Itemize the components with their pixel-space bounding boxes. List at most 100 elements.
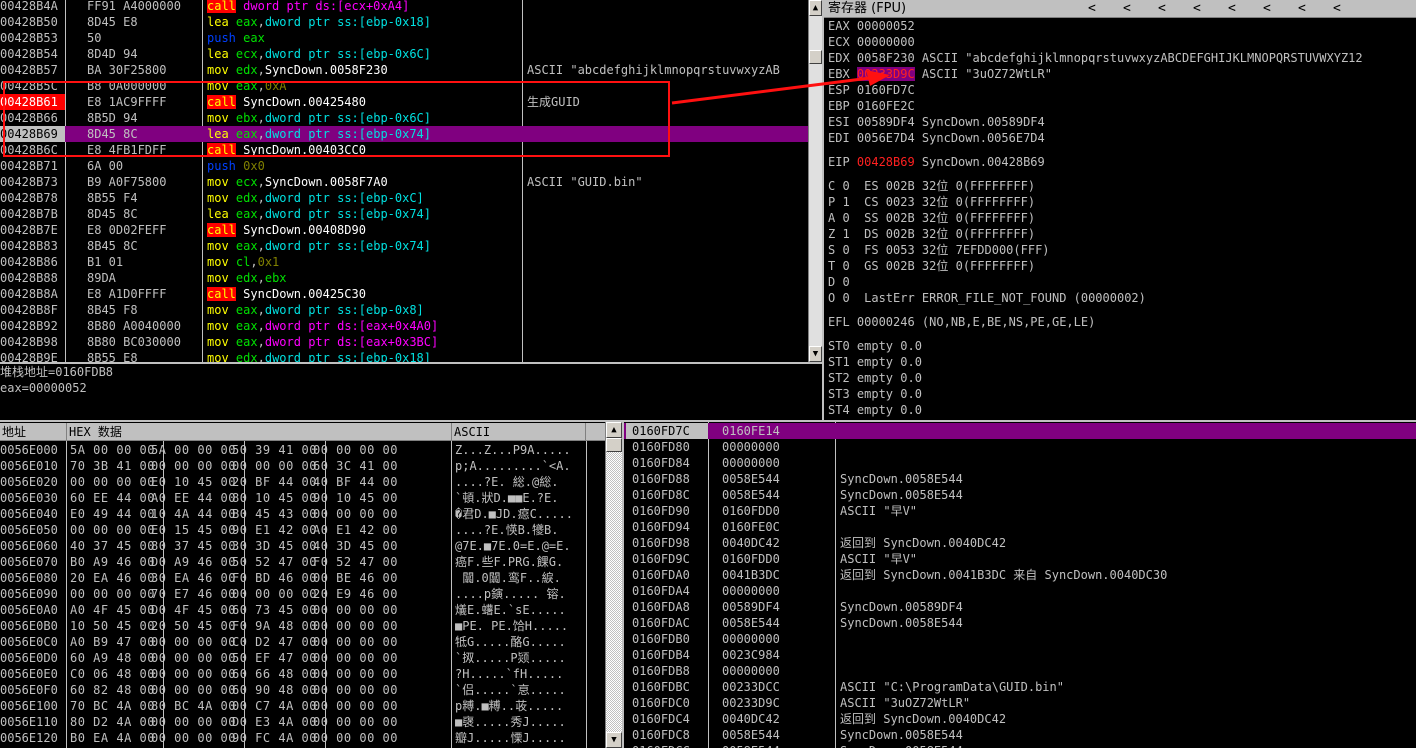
dump-hex-group: 00 00 00 00 [151,683,236,697]
hex-dump-pane[interactable]: 地址 HEX 数据 ASCII 0056E000 5A 00 00 00 5A 00… [0,422,605,748]
stack-value: 00000000 [722,632,780,646]
dump-row[interactable]: 0056E040 E0 49 44 00 10 4A 44 00 B0 45 43 0… [0,506,605,522]
dump-hex-group: 80 D2 4A 00 [70,715,155,729]
dump-row[interactable]: 0056E0A0 A0 4F 45 00 D0 4F 45 00 60 73 45 0… [0,602,605,618]
dump-hex-group: 00 00 00 00 [151,459,236,473]
dump-hex-group: 60 EE 44 00 [70,491,155,505]
dump-hex-group: 20 EA 46 00 [70,571,155,585]
stack-value: 00233DCC [722,680,780,694]
dump-hex-group: A0 EE 44 00 [151,491,236,505]
register-view-arrow-button[interactable]: < [1228,0,1236,18]
stack-row[interactable]: 0160FDAC 0058E544 SyncDown.0058E544 [624,615,1416,631]
scroll-up-icon[interactable]: ▲ [606,422,622,438]
stack-row[interactable]: 0160FD7C 0160FE14 [624,423,1416,439]
register-view-arrow-button[interactable]: < [1298,0,1306,18]
column-header-hex[interactable]: HEX 数据 [67,423,452,440]
dump-hex-group: 70 E7 46 00 [151,587,236,601]
register-view-arrow-button[interactable]: < [1123,0,1131,18]
register-view-arrow-button[interactable]: < [1158,0,1166,18]
stack-comment: SyncDown.00589DF4 [840,600,963,614]
register-view-arrow-button[interactable]: < [1333,0,1341,18]
stack-comment: 返回到 SyncDown.0040DC42 [840,712,1007,726]
stack-comment: 返回到 SyncDown.0040DC42 [840,536,1007,550]
scroll-thumb[interactable] [606,438,622,452]
stack-value: 0023C984 [722,648,780,662]
dump-hex-group: 00 00 00 00 [151,715,236,729]
stack-address: 0160FDA4 [632,584,690,598]
stack-address: 0160FD9C [632,552,690,566]
stack-value: 0160FE14 [722,424,780,438]
dump-row[interactable]: 0056E000 5A 00 00 00 5A 00 00 00 50 39 41 0… [0,442,605,458]
dump-row[interactable]: 0056E050 00 00 00 00 E0 15 45 00 90 E1 42 0… [0,522,605,538]
dump-hex-group: 00 00 00 00 [313,667,398,681]
stack-row[interactable]: 0160FDB8 00000000 [624,663,1416,679]
dump-row[interactable]: 0056E020 00 00 00 00 E0 10 45 00 20 BF 44 0… [0,474,605,490]
stack-comment: SyncDown.0058E544 [840,616,963,630]
dump-hex-group: F0 52 47 00 [313,555,398,569]
dump-hex-group: B0 A9 46 00 [70,555,155,569]
dump-row[interactable]: 0056E0B0 10 50 45 00 20 50 45 00 F0 9A 48 0… [0,618,605,634]
dump-row[interactable]: 0056E110 80 D2 4A 00 00 00 00 00 D0 E3 4A 0… [0,714,605,730]
stack-address: 0160FDCC [626,743,708,748]
dump-row[interactable]: 0056E0C0 A0 B9 47 00 00 00 00 00 C0 D2 47 0… [0,634,605,650]
column-header-address[interactable]: 地址 [0,423,67,440]
dump-hex-group: 5A 00 00 00 [70,443,155,457]
dump-hex-group: D0 A9 46 00 [151,555,236,569]
dump-hex-group: 00 00 00 00 [70,523,155,537]
stack-row[interactable]: 0160FD90 0160FDD0 ASCII "早V" [624,503,1416,519]
stack-row[interactable]: 0160FDA8 00589DF4 SyncDown.00589DF4 [624,599,1416,615]
stack-row[interactable]: 0160FD9C 0160FDD0 ASCII "早V" [624,551,1416,567]
dump-address: 0056E090 [0,587,58,601]
dump-hex-group: 00 C7 4A 00 [232,699,317,713]
register-view-arrow-button[interactable]: < [1263,0,1271,18]
dump-row[interactable]: 0056E030 60 EE 44 00 A0 EE 44 00 80 10 45 0… [0,490,605,506]
dump-row[interactable]: 0056E0D0 60 A9 48 00 00 00 00 00 50 EF 47 0… [0,650,605,666]
dump-hex-group: E0 10 45 00 [151,475,236,489]
dump-row[interactable]: 0056E010 70 3B 41 00 00 00 00 00 00 00 00 0… [0,458,605,474]
dump-row[interactable]: 0056E100 70 BC 4A 00 80 BC 4A 00 00 C7 4A 0… [0,698,605,714]
stack-row[interactable]: 0160FD88 0058E544 SyncDown.0058E544 [624,471,1416,487]
stack-row[interactable]: 0160FDCC 0058E544 SyncDown.0058E544 [624,743,1416,748]
dump-row[interactable]: 0056E0F0 60 82 48 00 00 00 00 00 60 90 48 0… [0,682,605,698]
dump-hex-group: 10 50 45 00 [70,619,155,633]
stack-row[interactable]: 0160FD8C 0058E544 SyncDown.0058E544 [624,487,1416,503]
stack-row[interactable]: 0160FDC0 00233D9C ASCII "3uOZ72WtLR" [624,695,1416,711]
stack-row[interactable]: 0160FDC8 0058E544 SyncDown.0058E544 [624,727,1416,743]
register-view-arrow-button[interactable]: < [1088,0,1096,18]
dump-ascii: p;A.........`<A. [455,459,571,473]
dump-scrollbar[interactable]: ▲ ▼ [605,422,622,748]
dump-hex-group: 10 4A 44 00 [151,507,236,521]
dump-row[interactable]: 0056E120 B0 EA 4A 00 00 00 00 00 90 FC 4A 0… [0,730,605,746]
stack-row[interactable]: 0160FD80 00000000 [624,439,1416,455]
dump-row[interactable]: 0056E060 40 37 45 00 80 37 45 00 30 3D 45 0… [0,538,605,554]
stack-address: 0160FD98 [632,536,690,550]
dump-row[interactable]: 0056E080 20 EA 46 00 30 EA 46 00 F0 BD 46 0… [0,570,605,586]
scroll-down-icon[interactable]: ▼ [606,732,622,748]
stack-value: 0160FDD0 [722,552,780,566]
stack-address: 0160FD90 [632,504,690,518]
stack-row[interactable]: 0160FDB4 0023C984 [624,647,1416,663]
stack-row[interactable]: 0160FDB0 00000000 [624,631,1416,647]
dump-row[interactable]: 0056E070 B0 A9 46 00 D0 A9 46 00 50 52 47 0… [0,554,605,570]
dump-row[interactable]: 0056E0E0 C0 06 48 00 00 00 00 00 60 66 48 0… [0,666,605,682]
stack-row[interactable]: 0160FD84 00000000 [624,455,1416,471]
column-header-ascii[interactable]: ASCII [452,423,586,440]
stack-value: 0040DC42 [722,712,780,726]
stack-row[interactable]: 0160FD94 0160FE0C [624,519,1416,535]
dump-hex-group: 00 00 00 00 [313,731,398,745]
stack-address: 0160FD94 [632,520,690,534]
dump-hex-group: 90 E1 42 00 [232,523,317,537]
stack-row[interactable]: 0160FDA4 00000000 [624,583,1416,599]
dump-row[interactable]: 0056E090 00 00 00 00 70 E7 46 00 00 00 00 0… [0,586,605,602]
dump-hex-group: 70 3B 41 00 [70,459,155,473]
stack-row[interactable]: 0160FDC4 0040DC42 返回到 SyncDown.0040DC42 [624,711,1416,727]
register-view-arrow-button[interactable]: < [1193,0,1201,18]
stack-address: 0160FDC0 [632,696,690,710]
stack-address: 0160FDB8 [632,664,690,678]
dump-hex-group: 30 3D 45 00 [232,539,317,553]
stack-pane[interactable]: 0160FD7C 0160FE14 0160FD80 00000000 0160FD84… [622,422,1416,748]
stack-row[interactable]: 0160FD98 0040DC42 返回到 SyncDown.0040DC42 [624,535,1416,551]
stack-row[interactable]: 0160FDA0 0041B3DC 返回到 SyncDown.0041B3DC 来自… [624,567,1416,583]
stack-row[interactable]: 0160FDBC 00233DCC ASCII "C:\ProgramData\GU… [624,679,1416,695]
dump-address: 0056E010 [0,459,58,473]
